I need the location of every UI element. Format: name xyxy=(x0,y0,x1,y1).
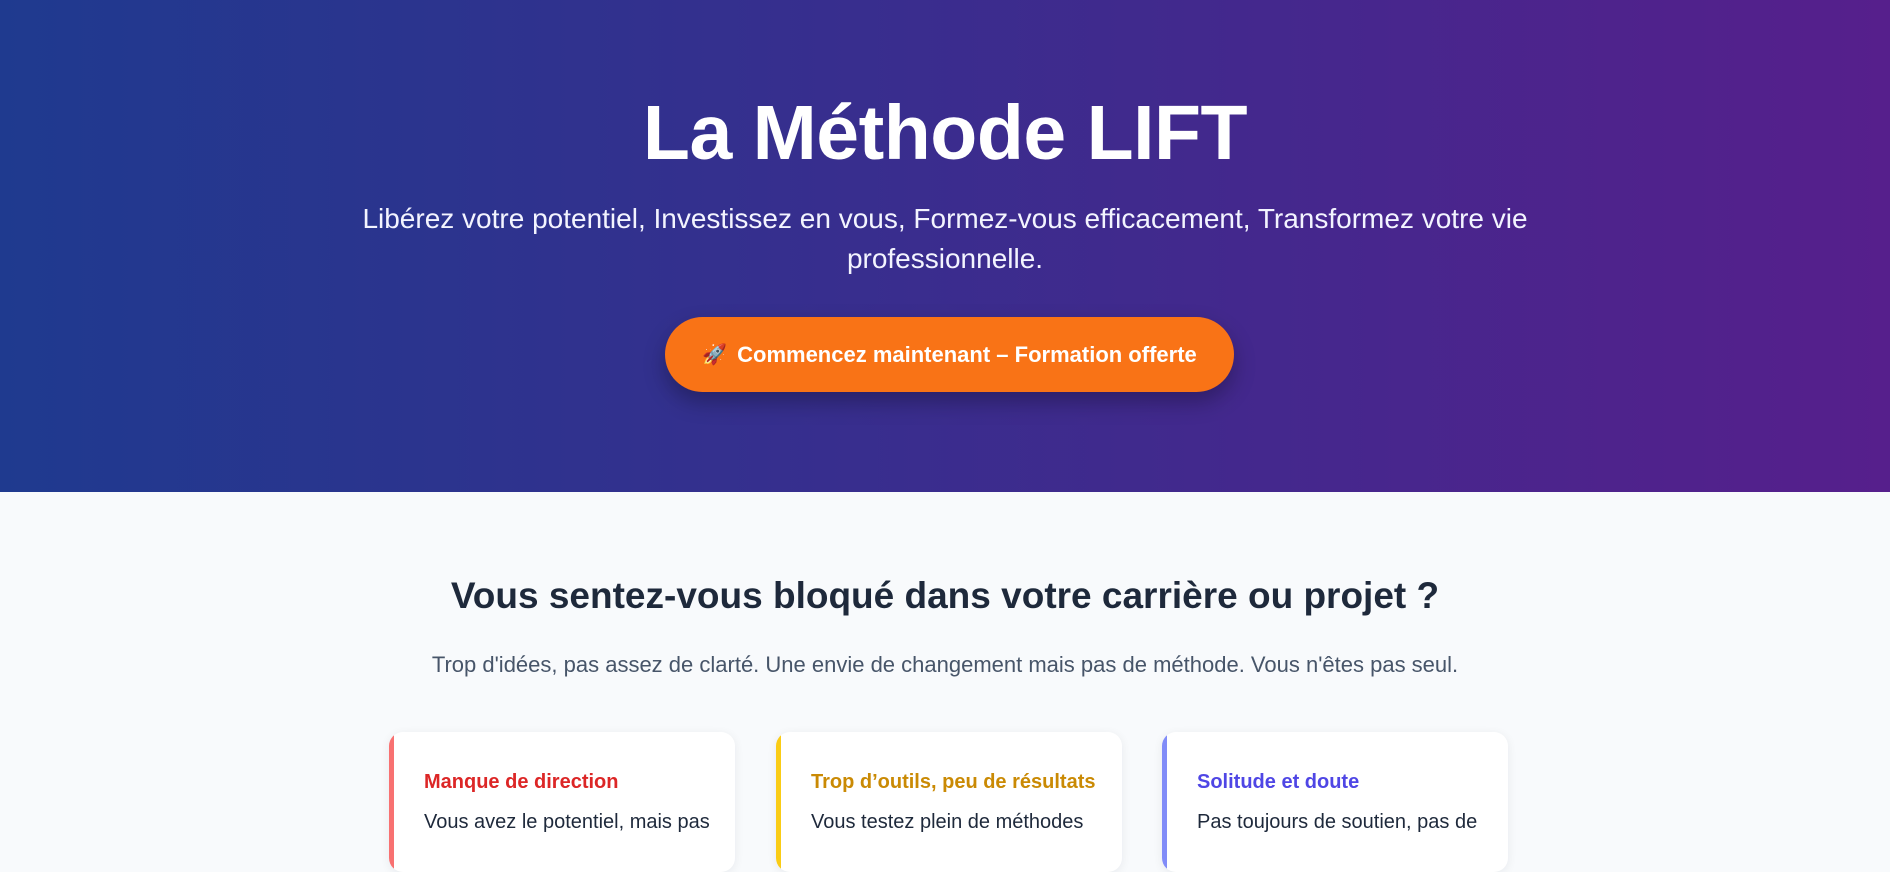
card-title: Solitude et doute xyxy=(1197,771,1360,793)
card-text: Vous testez plein de méthodes xyxy=(811,811,1084,833)
problem-section: Vous sentez-vous bloqué dans votre carri… xyxy=(0,492,1890,872)
card-accent-bar xyxy=(776,732,781,872)
problem-card-direction: Manque de direction Vous avez le potenti… xyxy=(389,732,735,872)
hero-subtitle: Libérez votre potentiel, Investissez en … xyxy=(362,203,1528,274)
card-text: Pas toujours de soutien, pas de xyxy=(1197,811,1478,833)
problem-card-tools: Trop d’outils, peu de résultats Vous tes… xyxy=(776,732,1122,872)
cta-button-label: Commencez maintenant – Formation offerte xyxy=(737,341,1197,367)
section-title: Vous sentez-vous bloqué dans votre carri… xyxy=(450,575,1440,616)
hero-section: La Méthode LIFT Libérez votre potentiel,… xyxy=(0,0,1890,492)
card-accent-bar xyxy=(1162,732,1167,872)
card-title: Trop d’outils, peu de résultats xyxy=(811,771,1096,793)
card-accent-bar xyxy=(389,732,394,872)
card-title: Manque de direction xyxy=(424,771,619,793)
card-text: Vous avez le potentiel, mais pas xyxy=(424,811,710,833)
problem-card-solitude: Solitude et doute Pas toujours de soutie… xyxy=(1162,732,1508,872)
section-lead: Trop d'idées, pas assez de clarté. Une e… xyxy=(431,652,1459,677)
rocket-icon: 🚀 xyxy=(702,343,728,366)
cta-button[interactable]: 🚀 Commencez maintenant – Formation offer… xyxy=(665,317,1234,392)
hero-title: La Méthode LIFT xyxy=(642,90,1248,176)
